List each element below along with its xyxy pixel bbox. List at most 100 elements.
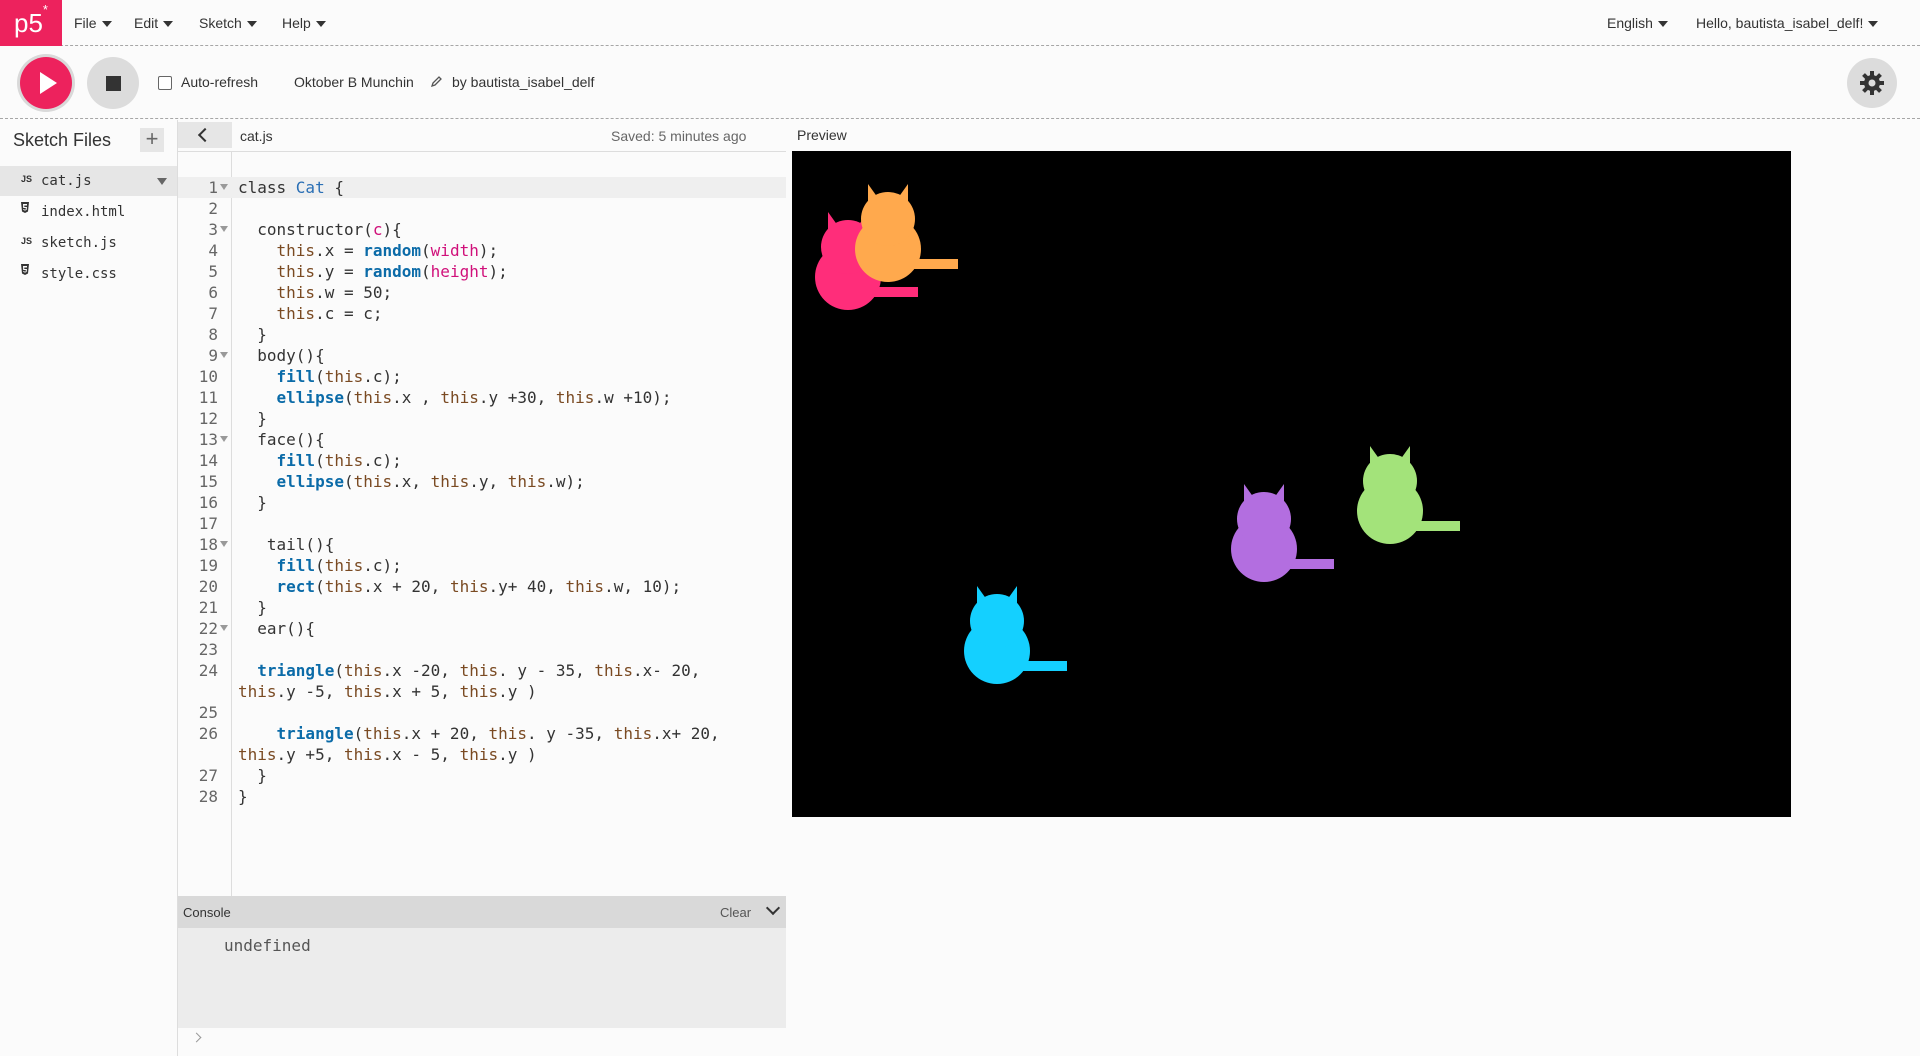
fold-arrow-icon[interactable] (220, 352, 228, 358)
fold-arrow-icon[interactable] (220, 541, 228, 547)
stop-button[interactable] (87, 57, 139, 109)
fold-arrow-icon[interactable] (220, 436, 228, 442)
code-line[interactable]: 26 triangle(this.x + 20, this. y -35, th… (178, 723, 786, 765)
code-line[interactable]: 7 this.c = c; (178, 303, 786, 324)
code-line[interactable]: 27 } (178, 765, 786, 786)
code-line[interactable]: 18 tail(){ (178, 534, 786, 555)
file-item-style-css[interactable]: style.css (0, 259, 177, 289)
file-item-index-html[interactable]: index.html (0, 197, 177, 227)
file-name: cat.js (41, 173, 92, 189)
cat-sprite (855, 184, 958, 282)
auto-refresh-checkbox[interactable] (158, 76, 172, 90)
chevron-down-icon[interactable] (765, 900, 781, 916)
code-line[interactable]: 15 ellipse(this.x, this.y, this.w); (178, 471, 786, 492)
code-line[interactable]: 13 face(){ (178, 429, 786, 450)
code-text-wrapped: this.y -5, this.x + 5, this.y ) (238, 682, 537, 701)
line-number: 19 (198, 556, 218, 575)
line-number: 12 (198, 409, 218, 428)
console-title: Console (183, 905, 231, 920)
code-line[interactable]: 25 (178, 702, 786, 723)
line-number: 8 (208, 325, 218, 344)
code-text: } (238, 787, 248, 806)
sketch-files-sidebar: Sketch Files + JS cat.js index.html JS ske… (0, 120, 178, 1056)
code-line[interactable]: 24 triangle(this.x -20, this. y - 35, th… (178, 660, 786, 702)
code-line[interactable]: 12 } (178, 408, 786, 429)
code-line[interactable]: 23 (178, 639, 786, 660)
menu-file[interactable]: File (74, 0, 112, 46)
auto-refresh-label[interactable]: Auto-refresh (181, 74, 258, 90)
code-line[interactable]: 4 this.x = random(width); (178, 240, 786, 261)
play-button[interactable] (20, 57, 72, 109)
chevron-down-icon (101, 21, 112, 28)
file-item-sketch-js[interactable]: JS sketch.js (0, 228, 177, 258)
fold-arrow-icon[interactable] (220, 226, 228, 232)
code-line[interactable]: 3 constructor(c){ (178, 219, 786, 240)
sidebar-title: Sketch Files (13, 130, 112, 150)
menu-edit[interactable]: Edit (134, 0, 174, 46)
console-header: Console Clear (178, 896, 786, 928)
code-line[interactable]: 10 fill(this.c); (178, 366, 786, 387)
menu-sketch[interactable]: Sketch (199, 0, 257, 46)
menu-help[interactable]: Help (282, 0, 326, 46)
code-line[interactable]: 2 (178, 198, 786, 219)
code-text: } (238, 409, 267, 428)
code-line[interactable]: 17 (178, 513, 786, 534)
code-line[interactable]: 20 rect(this.x + 20, this.y+ 40, this.w,… (178, 576, 786, 597)
chevron-down-icon (315, 21, 326, 28)
code-editor[interactable]: 1 class Cat {2 3 constructor(c){4 this.x =… (178, 152, 786, 896)
console-input[interactable] (178, 1028, 786, 1056)
code-text: this.w = 50; (276, 283, 393, 302)
file-options-caret-icon[interactable] (157, 178, 167, 185)
user-greeting: Hello, bautista_isabel_delf! (1696, 15, 1864, 31)
sketch-preview-canvas[interactable] (792, 151, 1791, 817)
code-text: ellipse(this.x , this.y +30, this.w +10)… (276, 388, 672, 407)
line-number: 27 (198, 766, 218, 785)
editor-header: cat.js Saved: 5 minutes ago (178, 120, 786, 152)
console-clear-button[interactable]: Clear (720, 905, 751, 920)
code-line[interactable]: 22 ear(){ (178, 618, 786, 639)
code-line[interactable]: 5 this.y = random(height); (178, 261, 786, 282)
user-menu[interactable]: Hello, bautista_isabel_delf! (1696, 0, 1879, 46)
p5-logo[interactable]: p5* (0, 0, 62, 46)
line-number: 16 (198, 493, 218, 512)
toolbar: Auto-refresh Oktober B Munchin by bautis… (0, 47, 1920, 119)
code-text: fill(this.c); (276, 451, 402, 470)
code-line[interactable]: 8 } (178, 324, 786, 345)
fold-arrow-icon[interactable] (220, 625, 228, 631)
settings-button[interactable] (1847, 58, 1897, 108)
language-menu[interactable]: English (1607, 0, 1668, 46)
code-line[interactable]: 11 ellipse(this.x , this.y +30, this.w +… (178, 387, 786, 408)
editor-file-name: cat.js (240, 128, 273, 144)
code-line[interactable]: 1 class Cat { (178, 177, 786, 198)
console-output-text: undefined (224, 936, 311, 955)
preview-label: Preview (797, 127, 847, 143)
line-number: 6 (208, 283, 218, 302)
code-text-wrapped: this.y +5, this.x - 5, this.y ) (238, 745, 537, 764)
fold-arrow-icon[interactable] (220, 184, 228, 190)
line-number: 26 (198, 724, 218, 743)
pencil-icon[interactable] (430, 75, 443, 88)
html-file-icon (21, 197, 37, 223)
sketch-author: by bautista_isabel_delf (452, 74, 595, 90)
code-line[interactable]: 14 fill(this.c); (178, 450, 786, 471)
file-item-cat-js[interactable]: JS cat.js (0, 166, 177, 196)
code-line[interactable]: 28} (178, 786, 786, 807)
code-text: } (238, 325, 267, 344)
code-lines[interactable]: 1 class Cat {2 3 constructor(c){4 this.x =… (178, 177, 786, 807)
sketch-name[interactable]: Oktober B Munchin (294, 74, 414, 90)
menu-help-label: Help (282, 15, 311, 31)
line-number: 23 (198, 640, 218, 659)
collapse-sidebar-button[interactable] (178, 122, 232, 148)
file-name: style.css (41, 266, 117, 282)
code-line[interactable]: 9 body(){ (178, 345, 786, 366)
saved-status: Saved: 5 minutes ago (611, 128, 747, 144)
css-file-icon (21, 259, 37, 285)
code-text: class Cat { (238, 178, 344, 197)
add-file-button[interactable]: + (140, 128, 164, 152)
code-line[interactable]: 16 } (178, 492, 786, 513)
code-line[interactable]: 21 } (178, 597, 786, 618)
code-line[interactable]: 6 this.w = 50; (178, 282, 786, 303)
line-number: 5 (208, 262, 218, 281)
code-line[interactable]: 19 fill(this.c); (178, 555, 786, 576)
logo-star: * (42, 2, 48, 17)
